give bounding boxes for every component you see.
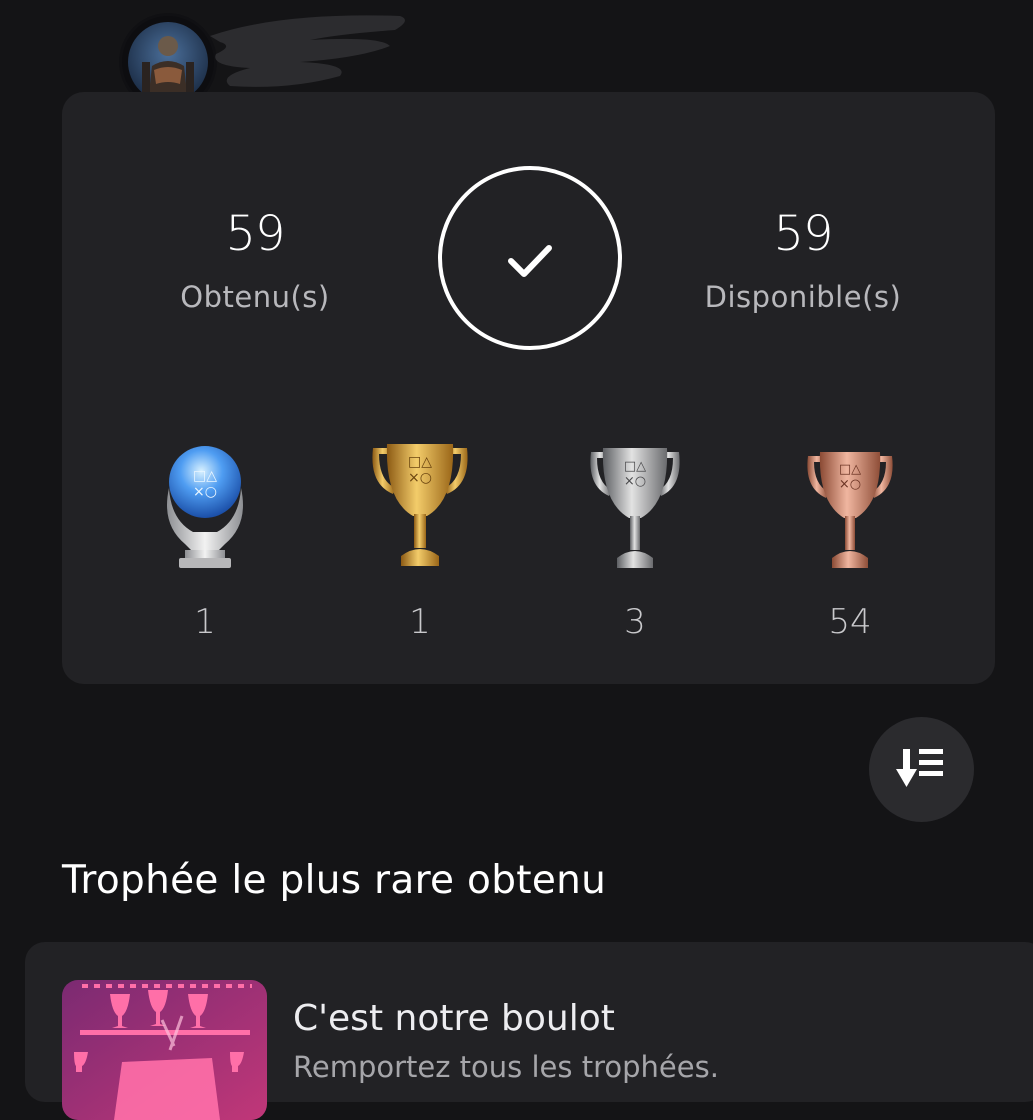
trophy-artwork [62,980,267,1120]
platinum-trophy-icon: □△ ×○ [167,446,243,568]
svg-text:×○: ×○ [624,474,646,489]
earned-count: 59 Obtenu(s) [135,210,375,314]
checkmark-icon [508,245,552,277]
available-count-label: Disponible(s) [704,280,902,314]
gold-count: 1 [409,602,431,642]
svg-text:□△: □△ [193,468,217,484]
rarest-trophy-description: Remportez tous les trophées. [293,1050,719,1084]
bronze-trophy-icon: □△ ×○ [807,452,893,568]
svg-text:□△: □△ [624,459,646,474]
svg-text:□△: □△ [408,454,432,470]
silver-trophy-icon: □△ ×○ [590,448,680,568]
svg-text:□△: □△ [839,462,861,477]
silver-count: 3 [624,602,646,642]
completion-ring [438,166,622,350]
bronze-trophy: □△ ×○ 54 [775,440,925,642]
available-count-value: 59 [773,206,833,262]
svg-text:×○: ×○ [408,470,432,486]
redacted-username [210,15,405,87]
rarest-trophy-card[interactable]: C'est notre boulot Remportez tous les tr… [25,942,1033,1120]
svg-text:×○: ×○ [839,477,861,492]
svg-text:×○: ×○ [193,484,217,500]
section-title-rarest: Trophée le plus rare obtenu [62,858,607,903]
silver-trophy: □△ ×○ 3 [560,440,710,642]
rarest-trophy-name: C'est notre boulot [293,998,615,1039]
earned-count-value: 59 [225,206,285,262]
trophy-summary-card: 59 Obtenu(s) 59 Disponible(s) □△ ×○ 1 □△… [62,92,995,684]
bronze-count: 54 [828,602,872,642]
available-count: 59 Disponible(s) [683,210,923,314]
platinum-trophy: □△ ×○ 1 [130,440,280,642]
gold-trophy-icon: □△ ×○ [372,444,468,566]
gold-trophy: □△ ×○ 1 [345,440,495,642]
sort-button[interactable] [869,717,974,822]
earned-count-label: Obtenu(s) [180,280,330,314]
platinum-count: 1 [194,602,216,642]
sort-descending-icon [896,749,943,787]
